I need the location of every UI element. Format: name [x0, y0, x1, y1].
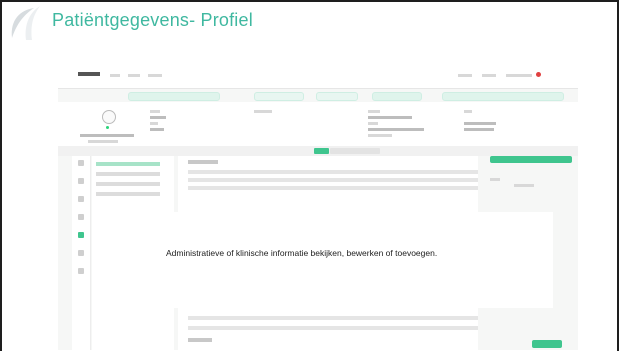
- save-button[interactable]: [532, 340, 562, 348]
- notification-icon[interactable]: [536, 72, 541, 77]
- slide-header: Patiëntgegevens- Profiel: [2, 2, 615, 40]
- app-logo: [78, 72, 100, 76]
- view-toggle-inactive[interactable]: [330, 148, 380, 154]
- section-heading: [188, 338, 212, 342]
- form-field[interactable]: [188, 316, 478, 320]
- pill-tab[interactable]: [254, 92, 304, 101]
- field-label: [368, 122, 378, 125]
- field-label: [490, 178, 500, 181]
- settings-icon[interactable]: [78, 250, 84, 256]
- document-icon[interactable]: [78, 196, 84, 202]
- swoosh-decoration-icon: [11, 6, 40, 40]
- field-label: [464, 110, 472, 113]
- field-label: [150, 122, 158, 125]
- caption-box: Administratieve of klinische informatie …: [160, 212, 553, 308]
- view-toggle-active[interactable]: [314, 148, 329, 154]
- avatar-icon: [102, 110, 116, 124]
- list-item[interactable]: [96, 182, 160, 186]
- profile-icon[interactable]: [78, 178, 84, 184]
- online-status-icon: [106, 126, 109, 129]
- form-field[interactable]: [188, 326, 478, 330]
- slide-caption: Administratieve of klinische informatie …: [166, 248, 438, 258]
- app-topbar: [58, 64, 578, 89]
- field-value: [464, 128, 494, 131]
- field-label: [254, 110, 272, 113]
- menu-item[interactable]: [110, 74, 120, 77]
- calendar-icon[interactable]: [78, 214, 84, 220]
- menu-item[interactable]: [128, 74, 140, 77]
- list-item[interactable]: [96, 162, 160, 166]
- field-label: [150, 110, 160, 113]
- field-value: [464, 122, 496, 125]
- form-field[interactable]: [188, 186, 478, 190]
- pill-tab[interactable]: [316, 92, 358, 101]
- field-value: [368, 134, 392, 137]
- more-icon[interactable]: [78, 268, 84, 274]
- slide-title: Patiëntgegevens- Profiel: [52, 10, 253, 30]
- clinical-icon[interactable]: [78, 232, 84, 238]
- field-value: [368, 128, 424, 131]
- primary-action-button[interactable]: [490, 156, 572, 163]
- user-menu[interactable]: [506, 74, 532, 77]
- field-value: [514, 184, 534, 187]
- section-heading: [188, 160, 218, 164]
- menu-item[interactable]: [148, 74, 162, 77]
- home-icon[interactable]: [78, 160, 84, 166]
- menu-item[interactable]: [482, 74, 496, 77]
- pill-tab[interactable]: [128, 92, 220, 101]
- patient-name: [80, 134, 134, 137]
- form-field[interactable]: [188, 178, 478, 182]
- field-value: [368, 116, 412, 119]
- pill-tab[interactable]: [442, 92, 564, 101]
- menu-item[interactable]: [458, 74, 472, 77]
- form-field[interactable]: [188, 170, 478, 174]
- pill-tab[interactable]: [372, 92, 422, 101]
- patient-header: [58, 102, 578, 147]
- field-label: [368, 110, 380, 113]
- left-rail: [72, 156, 91, 350]
- list-item[interactable]: [96, 192, 160, 196]
- field-value: [150, 116, 166, 119]
- patient-id: [88, 140, 118, 143]
- list-item[interactable]: [96, 172, 160, 176]
- field-value: [150, 128, 164, 131]
